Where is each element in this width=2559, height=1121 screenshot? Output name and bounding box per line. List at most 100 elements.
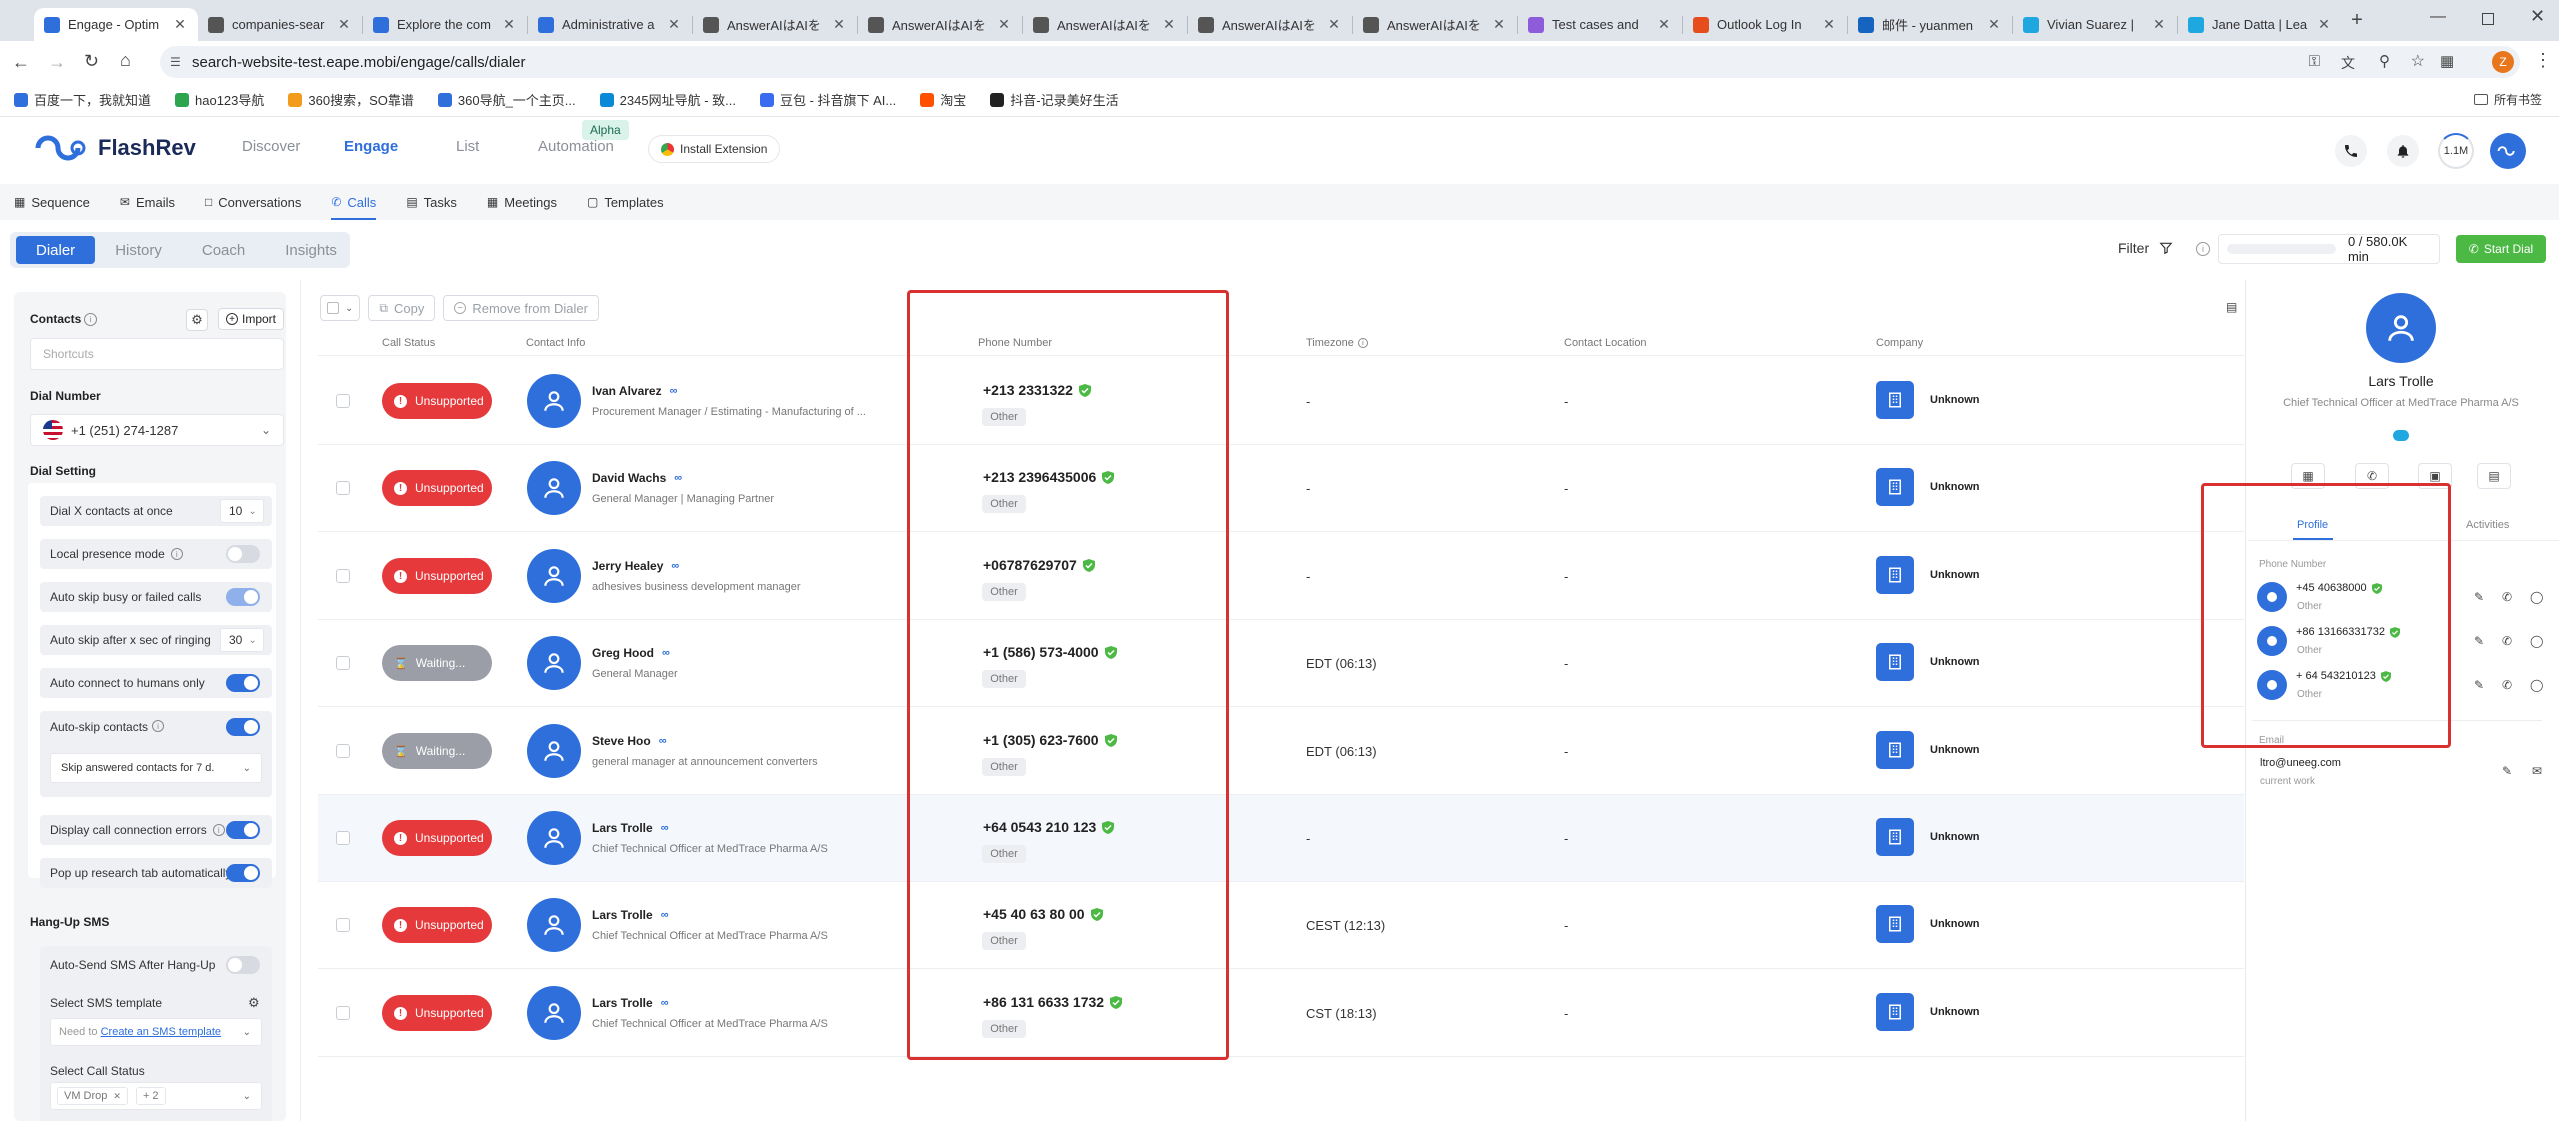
contact-name[interactable]: Ivan Alvarez ∞	[592, 384, 677, 398]
copy-button[interactable]: ⧉ Copy	[368, 295, 436, 321]
start-dial-button[interactable]: ✆ Start Dial	[2456, 235, 2546, 263]
company-name[interactable]: Unknown	[1930, 744, 1980, 756]
header-timezone[interactable]: Timezone i	[1306, 337, 1368, 349]
row-checkbox[interactable]	[336, 918, 350, 932]
forward-icon[interactable]: →	[48, 52, 66, 73]
sms-phone-icon[interactable]: ◯	[2530, 678, 2543, 692]
header-contact-info[interactable]: Contact Info	[526, 337, 585, 349]
company-name[interactable]: Unknown	[1930, 569, 1980, 581]
edit-phone-icon[interactable]: ✎	[2474, 678, 2484, 692]
company-name[interactable]: Unknown	[1930, 918, 1980, 930]
row-checkbox[interactable]	[336, 569, 350, 583]
call-phone-icon[interactable]: ✆	[2502, 634, 2512, 648]
tab-dialer[interactable]: Dialer	[16, 236, 96, 264]
edit-email-icon[interactable]: ✎	[2502, 764, 2512, 778]
settings-gear-icon[interactable]: ⚙	[186, 309, 208, 331]
nav-discover[interactable]: Discover	[242, 138, 300, 155]
contact-avatar[interactable]	[527, 549, 581, 603]
company-name[interactable]: Unknown	[1930, 394, 1980, 406]
call-status-select[interactable]: VM Drop ✕ + 2 ⌄	[50, 1082, 262, 1110]
auto-connect-toggle[interactable]	[226, 674, 260, 692]
flashrev-link-icon[interactable]: ∞	[661, 997, 669, 1009]
flashrev-link-icon[interactable]: ∞	[670, 385, 678, 397]
table-row[interactable]: ! Unsupported David Wachs ∞ General Manager …	[318, 445, 2244, 532]
tab-close-icon[interactable]: ✕	[1161, 16, 1177, 33]
row-checkbox[interactable]	[336, 481, 350, 495]
browser-tab[interactable]: AnswerAIはAIを ✕	[1188, 8, 1352, 41]
contact-name[interactable]: Steve Hoo ∞	[592, 734, 667, 748]
contact-name[interactable]: Jerry Healey ∞	[592, 559, 679, 573]
auto-skip-busy-toggle[interactable]	[226, 588, 260, 606]
company-building-icon[interactable]	[1876, 468, 1914, 506]
contact-name[interactable]: Greg Hood ∞	[592, 646, 670, 660]
browser-tab[interactable]: Explore the com ✕	[363, 8, 527, 41]
notification-bell-icon[interactable]	[2387, 135, 2419, 167]
contact-avatar[interactable]	[527, 898, 581, 952]
translate-icon[interactable]: 文	[2341, 53, 2355, 73]
skip-answered-select[interactable]: Skip answered contacts for 7 d. ⌄	[50, 753, 262, 783]
close-window-icon[interactable]: ✕	[2530, 6, 2545, 27]
tab-close-icon[interactable]: ✕	[2151, 16, 2167, 33]
tab-close-icon[interactable]: ✕	[666, 16, 682, 33]
site-info-icon[interactable]: ☰	[170, 55, 181, 69]
company-name[interactable]: Unknown	[1930, 481, 1980, 493]
profile-action-note-icon[interactable]: ▤	[2477, 463, 2511, 489]
auto-skip-contacts-toggle[interactable]	[226, 718, 260, 736]
company-building-icon[interactable]	[1876, 381, 1914, 419]
table-row[interactable]: ⌛ Waiting... Greg Hood ∞ General Manager +1 (…	[318, 620, 2244, 707]
info-icon[interactable]: i	[170, 548, 183, 560]
edit-phone-icon[interactable]: ✎	[2474, 590, 2484, 604]
nav-list[interactable]: List	[456, 138, 479, 155]
flashrev-link-icon[interactable]: ∞	[659, 735, 667, 747]
contact-name[interactable]: Lars Trolle ∞	[592, 908, 669, 922]
call-phone-icon[interactable]: ✆	[2502, 678, 2512, 692]
table-row[interactable]: ⌛ Waiting... Steve Hoo ∞ general manager at …	[318, 708, 2244, 795]
row-checkbox[interactable]	[336, 1006, 350, 1020]
header-company[interactable]: Company	[1876, 337, 1923, 349]
call-phone-icon[interactable]: ✆	[2502, 590, 2512, 604]
phone-header-icon[interactable]	[2335, 135, 2367, 167]
contact-name[interactable]: David Wachs ∞	[592, 471, 682, 485]
sms-template-select[interactable]: Need to Create an SMS template ⌄	[50, 1018, 262, 1046]
send-email-icon[interactable]: ✉	[2532, 764, 2542, 778]
row-checkbox[interactable]	[336, 656, 350, 670]
header-call-status[interactable]: Call Status	[382, 337, 435, 349]
bookmark-item[interactable]: 豆包 - 抖音旗下 AI...	[759, 90, 896, 109]
company-building-icon[interactable]	[1876, 905, 1914, 943]
company-building-icon[interactable]	[1876, 643, 1914, 681]
browser-tab[interactable]: Jane Datta | Lea ✕	[2178, 8, 2342, 41]
select-all-dropdown[interactable]: ⌄	[320, 295, 361, 321]
reload-icon[interactable]: ↻	[84, 51, 99, 72]
column-settings-icon[interactable]: ▤	[2226, 300, 2237, 314]
subnav-emails[interactable]: ✉ Emails	[120, 184, 175, 220]
browser-tab[interactable]: Administrative a ✕	[528, 8, 692, 41]
profile-tab-activities[interactable]: Activities	[2466, 519, 2509, 531]
filter-button[interactable]: Filter	[2118, 240, 2173, 256]
nav-engage[interactable]: Engage	[344, 138, 398, 155]
new-tab-icon[interactable]: +	[2342, 6, 2372, 36]
tab-insights[interactable]: Insights	[265, 236, 357, 264]
browser-tab[interactable]: Vivian Suarez | ✕	[2013, 8, 2177, 41]
tag-close-icon[interactable]: ✕	[113, 1091, 121, 1102]
info-icon[interactable]: i	[152, 720, 164, 732]
contact-avatar[interactable]	[527, 374, 581, 428]
local-presence-toggle[interactable]	[226, 545, 260, 563]
contact-avatar[interactable]	[527, 461, 581, 515]
user-avatar-icon[interactable]	[2490, 133, 2526, 169]
tab-close-icon[interactable]: ✕	[1326, 16, 1342, 33]
company-name[interactable]: Unknown	[1930, 1006, 1980, 1018]
settings-gear-icon[interactable]: ⚙	[248, 995, 260, 1011]
shortcuts-input[interactable]: Shortcuts	[30, 338, 284, 370]
row-checkbox[interactable]	[336, 744, 350, 758]
tab-history[interactable]: History	[95, 236, 182, 264]
profile-email[interactable]: ltro@uneeg.com	[2260, 757, 2341, 769]
browser-tab[interactable]: 邮件 - yuanmen ✕	[1848, 8, 2012, 41]
tab-close-icon[interactable]: ✕	[1821, 16, 1837, 33]
company-building-icon[interactable]	[1876, 993, 1914, 1031]
subnav-templates[interactable]: ▢ Templates	[587, 184, 664, 220]
company-name[interactable]: Unknown	[1930, 831, 1980, 843]
table-row[interactable]: ! Unsupported Ivan Alvarez ∞ Procurement Man…	[318, 358, 2244, 445]
subnav-meetings[interactable]: ▦ Meetings	[487, 184, 557, 220]
minimize-icon[interactable]: —	[2430, 8, 2446, 26]
company-building-icon[interactable]	[1876, 818, 1914, 856]
